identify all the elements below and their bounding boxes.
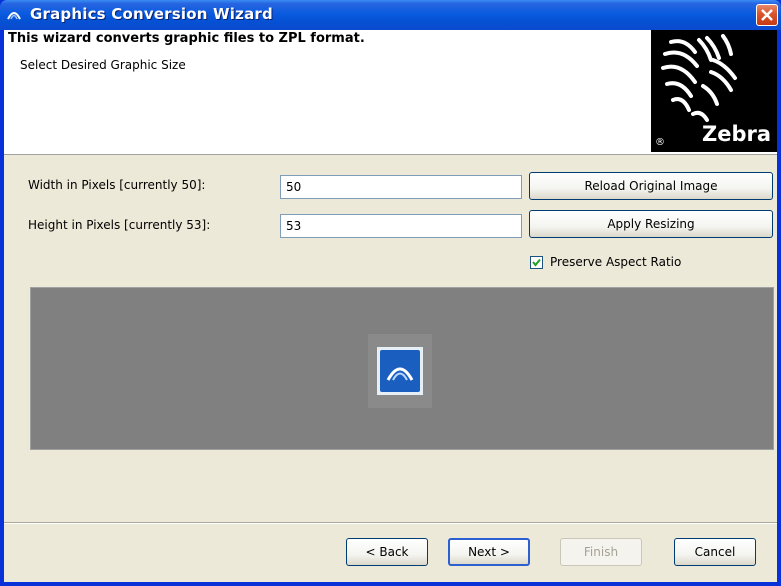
close-button[interactable]	[756, 4, 778, 26]
close-icon	[761, 9, 773, 21]
check-icon	[532, 258, 541, 267]
footer-divider	[4, 522, 777, 524]
image-preview-area	[30, 287, 774, 450]
header-title: This wizard converts graphic files to ZP…	[8, 31, 365, 46]
preserve-aspect-label[interactable]: Preserve Aspect Ratio	[550, 255, 681, 269]
back-button[interactable]: < Back	[346, 538, 428, 566]
preserve-aspect-checkbox[interactable]	[530, 256, 543, 269]
wizard-header: This wizard converts graphic files to ZP…	[4, 30, 777, 155]
title-bar[interactable]: Graphics Conversion Wizard	[0, 0, 781, 30]
image-thumbnail	[368, 334, 432, 408]
width-label: Width in Pixels [currently 50]:	[28, 178, 206, 192]
zebra-logo: Zebra ®	[651, 30, 777, 152]
app-icon	[6, 7, 22, 21]
header-subtitle: Select Desired Graphic Size	[20, 58, 186, 72]
logo-text: Zebra	[701, 122, 771, 146]
width-input[interactable]	[280, 175, 522, 199]
wizard-window: Graphics Conversion Wizard This wizard c…	[0, 0, 781, 586]
registered-mark: ®	[655, 137, 665, 148]
wizard-body: This wizard converts graphic files to ZP…	[4, 30, 777, 582]
reload-original-image-button[interactable]: Reload Original Image	[529, 172, 773, 200]
next-button[interactable]: Next >	[448, 538, 530, 566]
height-label: Height in Pixels [currently 53]:	[28, 218, 211, 232]
thumbnail-frame	[377, 347, 423, 395]
finish-button: Finish	[560, 538, 642, 566]
thumbnail-image	[380, 350, 420, 392]
apply-resizing-button[interactable]: Apply Resizing	[529, 210, 773, 238]
cancel-button[interactable]: Cancel	[674, 538, 756, 566]
arch-icon	[386, 367, 414, 381]
height-input[interactable]	[280, 214, 522, 238]
window-title: Graphics Conversion Wizard	[30, 5, 273, 23]
